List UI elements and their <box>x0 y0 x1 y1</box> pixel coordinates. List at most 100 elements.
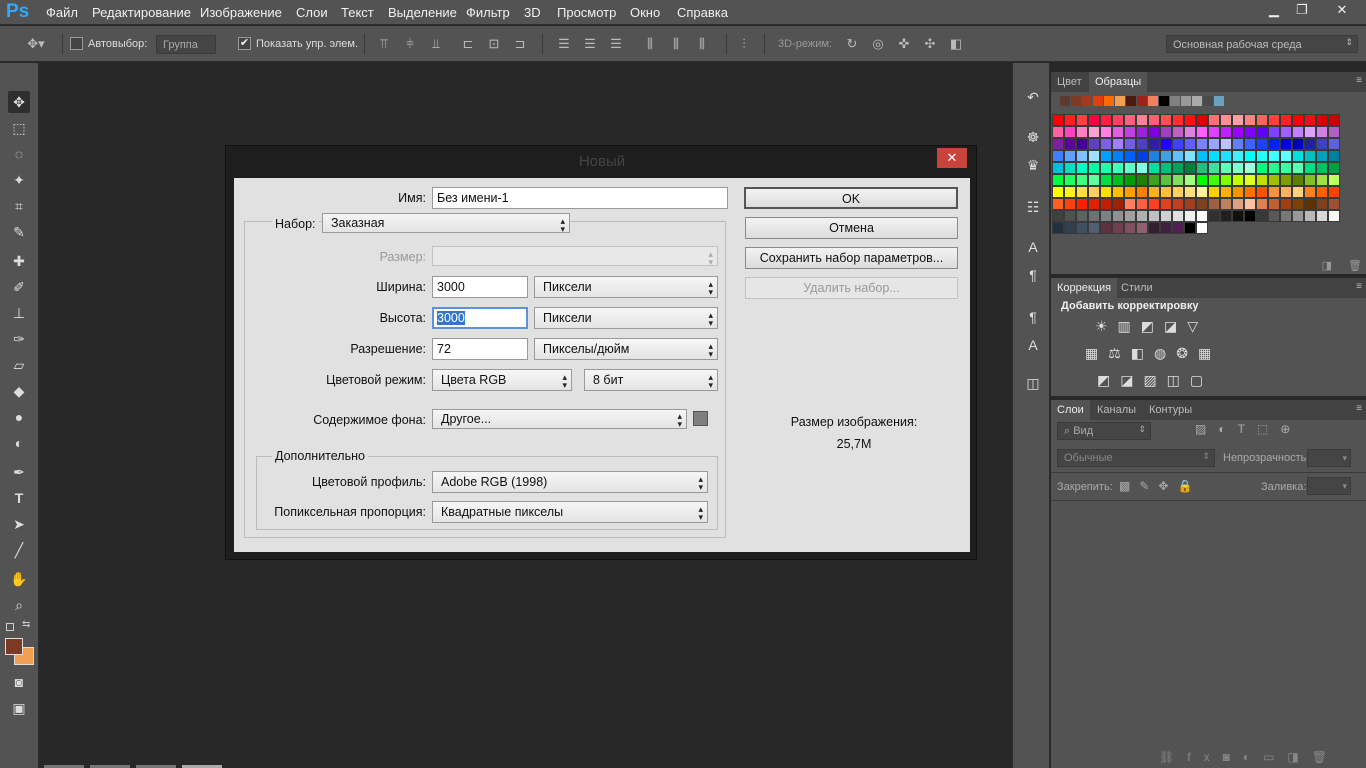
fill-input[interactable]: ▾ <box>1307 477 1351 495</box>
swatch[interactable] <box>1292 114 1304 126</box>
3d-pan-icon[interactable]: ✜ <box>896 36 912 52</box>
tab-channels[interactable]: Каналы <box>1091 400 1142 420</box>
swatch[interactable] <box>1148 198 1160 210</box>
swap-colors-icon[interactable]: ⇆ <box>22 619 30 630</box>
panel-menu-icon[interactable]: ≡ <box>1356 281 1362 292</box>
menu-view[interactable]: Просмотр <box>557 5 616 20</box>
swatch[interactable] <box>1064 174 1076 186</box>
background-color-swatch[interactable] <box>693 411 708 426</box>
swatch[interactable] <box>1064 126 1076 138</box>
swatch[interactable] <box>1328 138 1340 150</box>
swatch[interactable] <box>1172 150 1184 162</box>
swatch[interactable] <box>1208 150 1220 162</box>
swatch[interactable] <box>1100 198 1112 210</box>
swatch[interactable] <box>1316 174 1328 186</box>
swatch[interactable] <box>1208 186 1220 198</box>
swatch[interactable] <box>1196 150 1208 162</box>
swatch[interactable] <box>1244 186 1256 198</box>
swatch[interactable] <box>1076 150 1088 162</box>
color-profile-select[interactable]: Adobe RGB (1998) ▴ ▾ <box>432 471 708 493</box>
swatch[interactable] <box>1136 150 1148 162</box>
eyedropper-icon[interactable]: ✎ <box>8 221 30 243</box>
swatch[interactable] <box>1112 198 1124 210</box>
show-controls-checkbox[interactable]: ✔ <box>238 37 251 50</box>
swatch[interactable] <box>1124 222 1136 234</box>
background-select[interactable]: Другое... ▴ ▾ <box>432 409 687 429</box>
swatch[interactable] <box>1052 174 1064 186</box>
swatch[interactable] <box>1220 210 1232 222</box>
swatch[interactable] <box>1196 198 1208 210</box>
recent-swatch[interactable] <box>1126 96 1136 106</box>
distribute-right-icon[interactable]: ⫼ <box>694 36 710 52</box>
eraser-tool-icon[interactable]: ▱ <box>8 354 30 376</box>
menu-image[interactable]: Изображение <box>200 5 282 20</box>
swatch[interactable] <box>1172 138 1184 150</box>
color-mode-select[interactable]: Цвета RGB ▴ ▾ <box>432 369 572 391</box>
swatch[interactable] <box>1244 210 1256 222</box>
swatch[interactable] <box>1112 186 1124 198</box>
tab-adjustments[interactable]: Коррекция <box>1051 278 1118 298</box>
swatch[interactable] <box>1076 222 1088 234</box>
swatch[interactable] <box>1220 150 1232 162</box>
swatch[interactable] <box>1304 186 1316 198</box>
swatch[interactable] <box>1052 126 1064 138</box>
swatch[interactable] <box>1256 198 1268 210</box>
move-tool-icon[interactable]: ✥▾ <box>22 36 50 52</box>
swatch[interactable] <box>1256 162 1268 174</box>
quick-mask-icon[interactable]: ◙ <box>8 671 30 693</box>
swatch[interactable] <box>1244 174 1256 186</box>
swatch[interactable] <box>1268 114 1280 126</box>
tab-styles[interactable]: Стили <box>1115 278 1159 298</box>
swatch[interactable] <box>1064 222 1076 234</box>
swatch[interactable] <box>1184 198 1196 210</box>
swatch[interactable] <box>1220 126 1232 138</box>
swatch[interactable] <box>1100 186 1112 198</box>
swatch[interactable] <box>1316 114 1328 126</box>
close-window-button[interactable]: ✕ <box>1330 2 1354 20</box>
recent-swatch[interactable] <box>1170 96 1180 106</box>
pixel-aspect-select[interactable]: Квадратные пикселы ▴ ▾ <box>432 501 708 523</box>
swatch[interactable] <box>1076 186 1088 198</box>
preset-select[interactable]: Заказная ▴ ▾ <box>322 213 570 234</box>
swatch[interactable] <box>1220 138 1232 150</box>
swatch[interactable] <box>1076 114 1088 126</box>
swatch[interactable] <box>1064 150 1076 162</box>
swatch[interactable] <box>1088 210 1100 222</box>
swatch[interactable] <box>1220 186 1232 198</box>
width-unit-select[interactable]: Пиксели ▴ ▾ <box>534 276 718 298</box>
swatch[interactable] <box>1148 210 1160 222</box>
swatch[interactable] <box>1328 162 1340 174</box>
swatch[interactable] <box>1316 162 1328 174</box>
swatch[interactable] <box>1052 198 1064 210</box>
screen-mode-icon[interactable]: ▣ <box>8 697 30 719</box>
distribute-left-icon[interactable]: ⫼ <box>642 36 658 52</box>
swatch[interactable] <box>1100 150 1112 162</box>
swatch[interactable] <box>1052 186 1064 198</box>
blend-mode-select[interactable]: Обычные ⇕ <box>1057 449 1215 467</box>
swatch[interactable] <box>1328 186 1340 198</box>
menu-help[interactable]: Справка <box>677 5 728 20</box>
swatch[interactable] <box>1100 210 1112 222</box>
swatch[interactable] <box>1304 114 1316 126</box>
swatch[interactable] <box>1244 150 1256 162</box>
swatch[interactable] <box>1208 174 1220 186</box>
swatch[interactable] <box>1088 198 1100 210</box>
swatch[interactable] <box>1184 114 1196 126</box>
swatch[interactable] <box>1124 174 1136 186</box>
path-selection-icon[interactable]: ➤ <box>8 513 30 535</box>
swatch[interactable] <box>1316 126 1328 138</box>
swatch[interactable] <box>1268 198 1280 210</box>
panel-menu-icon[interactable]: ≡ <box>1356 75 1362 86</box>
swatch[interactable] <box>1184 150 1196 162</box>
lasso-tool-icon[interactable]: ◌ <box>8 143 30 165</box>
swatch[interactable] <box>1136 186 1148 198</box>
height-unit-select[interactable]: Пиксели ▴ ▾ <box>534 307 718 329</box>
swatch[interactable] <box>1124 162 1136 174</box>
align-bottom-icon[interactable]: ⫫ <box>428 36 444 52</box>
recent-swatch[interactable] <box>1104 96 1114 106</box>
swatch[interactable] <box>1268 150 1280 162</box>
swatch[interactable] <box>1220 198 1232 210</box>
line-tool-icon[interactable]: ╱ <box>8 539 30 561</box>
swatch[interactable] <box>1256 186 1268 198</box>
swatch[interactable] <box>1088 162 1100 174</box>
